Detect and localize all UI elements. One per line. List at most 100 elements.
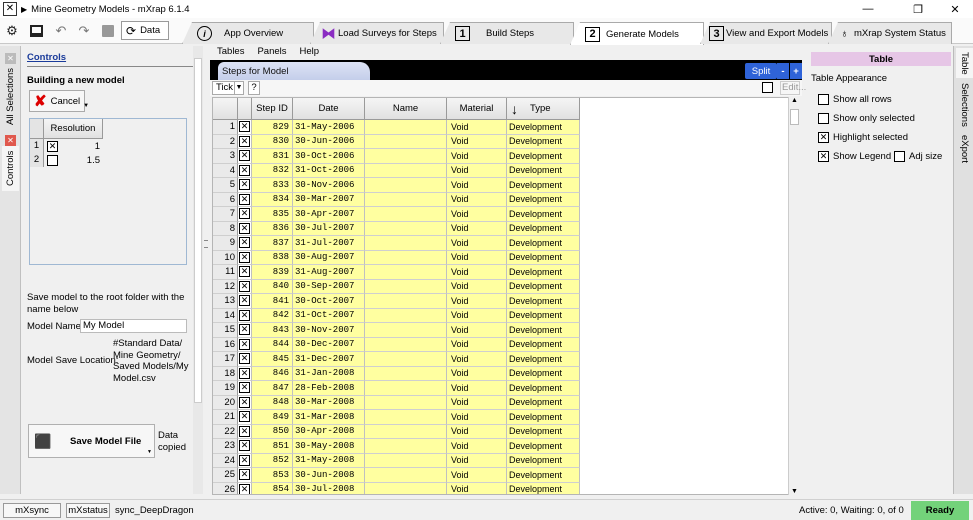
tab-system-status[interactable]: ♁ mXrap System Status (828, 22, 952, 44)
table-row[interactable]: 3 ✕ 831 30-Oct-2006 Void Development (213, 149, 580, 164)
tick-dropdown[interactable]: Tick ▼ (212, 81, 244, 95)
row-checkbox[interactable]: ✕ (239, 411, 250, 423)
column-header-step-id[interactable]: Step ID (252, 98, 293, 120)
row-checkbox[interactable] (47, 154, 58, 166)
row-checkbox[interactable]: ✕ (239, 280, 250, 292)
row-checkbox[interactable]: ✕ (239, 454, 250, 466)
table-row[interactable]: 6 ✕ 834 30-Mar-2007 Void Development (213, 192, 580, 207)
column-header-date[interactable]: Date (293, 98, 365, 120)
column-header-material[interactable]: Material (447, 98, 507, 120)
row-checkbox[interactable]: ✕ (239, 425, 250, 437)
table-row[interactable]: 15 ✕ 843 30-Nov-2007 Void Development (213, 323, 580, 338)
tab-all-selections[interactable]: All Selections (2, 66, 19, 126)
row-checkbox[interactable]: ✕ (239, 193, 250, 205)
checkbox[interactable] (818, 94, 829, 105)
row-checkbox[interactable]: ✕ (47, 140, 58, 152)
row-checkbox[interactable]: ✕ (239, 164, 250, 176)
close-icon[interactable]: ✕ (5, 135, 16, 146)
splitter-handle[interactable] (204, 240, 208, 248)
row-checkbox[interactable]: ✕ (239, 179, 250, 191)
plus-button[interactable]: + (790, 63, 802, 79)
row-checkbox[interactable]: ✕ (239, 382, 250, 394)
table-row[interactable]: 1 ✕ 829 31-May-2006 Void Development (213, 120, 580, 135)
table-row[interactable]: 19 ✕ 847 28-Feb-2008 Void Development (213, 381, 580, 396)
scrollbar-thumb[interactable] (194, 58, 202, 403)
row-checkbox[interactable]: ✕ (239, 353, 250, 365)
tab-selections[interactable]: Selections (956, 80, 973, 130)
tab-app-overview[interactable]: i App Overview (182, 22, 314, 44)
undo-button[interactable]: ↶ (50, 21, 72, 41)
row-checkbox[interactable]: ✕ (239, 251, 250, 263)
checkbox[interactable] (818, 113, 829, 124)
table-row[interactable]: 20 ✕ 848 30-Mar-2008 Void Development (213, 395, 580, 410)
mxsync-button[interactable]: mXsync (3, 503, 61, 518)
model-name-input[interactable]: My Model (80, 319, 187, 333)
controls-scrollbar[interactable] (193, 46, 203, 494)
tab-build-steps[interactable]: 1 Build Steps (440, 22, 574, 44)
table-scrollbar[interactable]: ▲ ▼ (788, 97, 800, 495)
row-checkbox[interactable]: ✕ (239, 121, 250, 133)
minus-button[interactable]: - (777, 63, 789, 79)
table-row[interactable]: 24 ✕ 852 31-May-2008 Void Development (213, 453, 580, 468)
table-row[interactable]: 2 ✕ 830 30-Jun-2006 Void Development (213, 134, 580, 149)
table-row[interactable]: 21 ✕ 849 31-Mar-2008 Void Development (213, 410, 580, 425)
menu-tables[interactable]: Tables (217, 46, 244, 59)
table-row[interactable]: 9 ✕ 837 31-Jul-2007 Void Development (213, 236, 580, 251)
row-checkbox[interactable]: ✕ (239, 483, 250, 494)
menu-help[interactable]: Help (300, 46, 320, 59)
option-adj-size[interactable]: Adj size (894, 151, 942, 162)
resolution-header[interactable]: Resolution (44, 119, 103, 139)
table-row[interactable]: 10 ✕ 838 30-Aug-2007 Void Development (213, 250, 580, 265)
table-row[interactable]: 7 ✕ 835 30-Apr-2007 Void Development (213, 207, 580, 222)
row-checkbox[interactable]: ✕ (239, 135, 250, 147)
table-row[interactable]: 11 ✕ 839 31-Aug-2007 Void Development (213, 265, 580, 280)
layout-button[interactable] (25, 21, 47, 41)
row-checkbox[interactable]: ✕ (239, 324, 250, 336)
scroll-up-icon[interactable]: ▲ (791, 97, 798, 104)
edit-button[interactable]: Edit... (780, 81, 806, 95)
save-button[interactable] (97, 21, 119, 41)
split-button[interactable]: Split (745, 63, 777, 79)
table-row[interactable]: 18 ✕ 846 31-Jan-2008 Void Development (213, 366, 580, 381)
close-icon[interactable]: ✕ (5, 53, 16, 64)
table-row[interactable]: 26 ✕ 854 30-Jul-2008 Void Development (213, 482, 580, 494)
row-checkbox[interactable]: ✕ (239, 237, 250, 249)
row-checkbox[interactable]: ✕ (239, 469, 250, 481)
row-checkbox[interactable]: ✕ (239, 367, 250, 379)
checkbox[interactable]: ✕ (818, 151, 829, 162)
tab-export[interactable]: eXport (956, 132, 973, 166)
row-checkbox[interactable]: ✕ (239, 309, 250, 321)
cancel-button[interactable]: ✘ Cancel ▼ (29, 90, 89, 112)
row-checkbox[interactable]: ✕ (239, 396, 250, 408)
close-button[interactable]: ✕ (935, 0, 973, 18)
scrollbar-thumb[interactable] (790, 109, 799, 125)
table-row[interactable]: 1 ✕ 1 (30, 139, 103, 153)
data-button[interactable]: ⟳ Data (121, 21, 169, 40)
tab-generate-models[interactable]: 2 Generate Models (570, 22, 704, 45)
tab-table[interactable]: Table (956, 48, 973, 78)
minimize-button[interactable]: — (848, 0, 888, 18)
column-header-name[interactable]: Name (365, 98, 447, 120)
settings-button[interactable]: ⚙ (1, 21, 23, 41)
table-row[interactable]: 23 ✕ 851 30-May-2008 Void Development (213, 439, 580, 454)
restore-button[interactable]: ❐ (898, 0, 938, 18)
table-row[interactable]: 17 ✕ 845 31-Dec-2007 Void Development (213, 352, 580, 367)
tab-view-export[interactable]: 3 View and Export Models (700, 22, 832, 44)
row-checkbox[interactable]: ✕ (239, 150, 250, 162)
option-show-only-selected[interactable]: Show only selected (818, 113, 915, 124)
option-show-legend[interactable]: ✕ Show Legend (818, 151, 891, 162)
column-header-type[interactable]: ↓ Type (507, 98, 580, 120)
tab-load-surveys[interactable]: ⧓ Load Surveys for Steps (310, 22, 444, 44)
row-checkbox[interactable]: ✕ (239, 440, 250, 452)
table-row[interactable]: 8 ✕ 836 30-Jul-2007 Void Development (213, 221, 580, 236)
scroll-down-icon[interactable]: ▼ (791, 488, 798, 495)
row-checkbox[interactable]: ✕ (239, 222, 250, 234)
table-row[interactable]: 4 ✕ 832 31-Oct-2006 Void Development (213, 163, 580, 178)
table-row[interactable]: 14 ✕ 842 31-Oct-2007 Void Development (213, 308, 580, 323)
menu-panels[interactable]: Panels (257, 46, 286, 59)
help-button[interactable]: ? (248, 81, 260, 95)
table-row[interactable]: 16 ✕ 844 30-Dec-2007 Void Development (213, 337, 580, 352)
row-checkbox[interactable]: ✕ (239, 208, 250, 220)
row-checkbox[interactable]: ✕ (239, 295, 250, 307)
table-row[interactable]: 12 ✕ 840 30-Sep-2007 Void Development (213, 279, 580, 294)
